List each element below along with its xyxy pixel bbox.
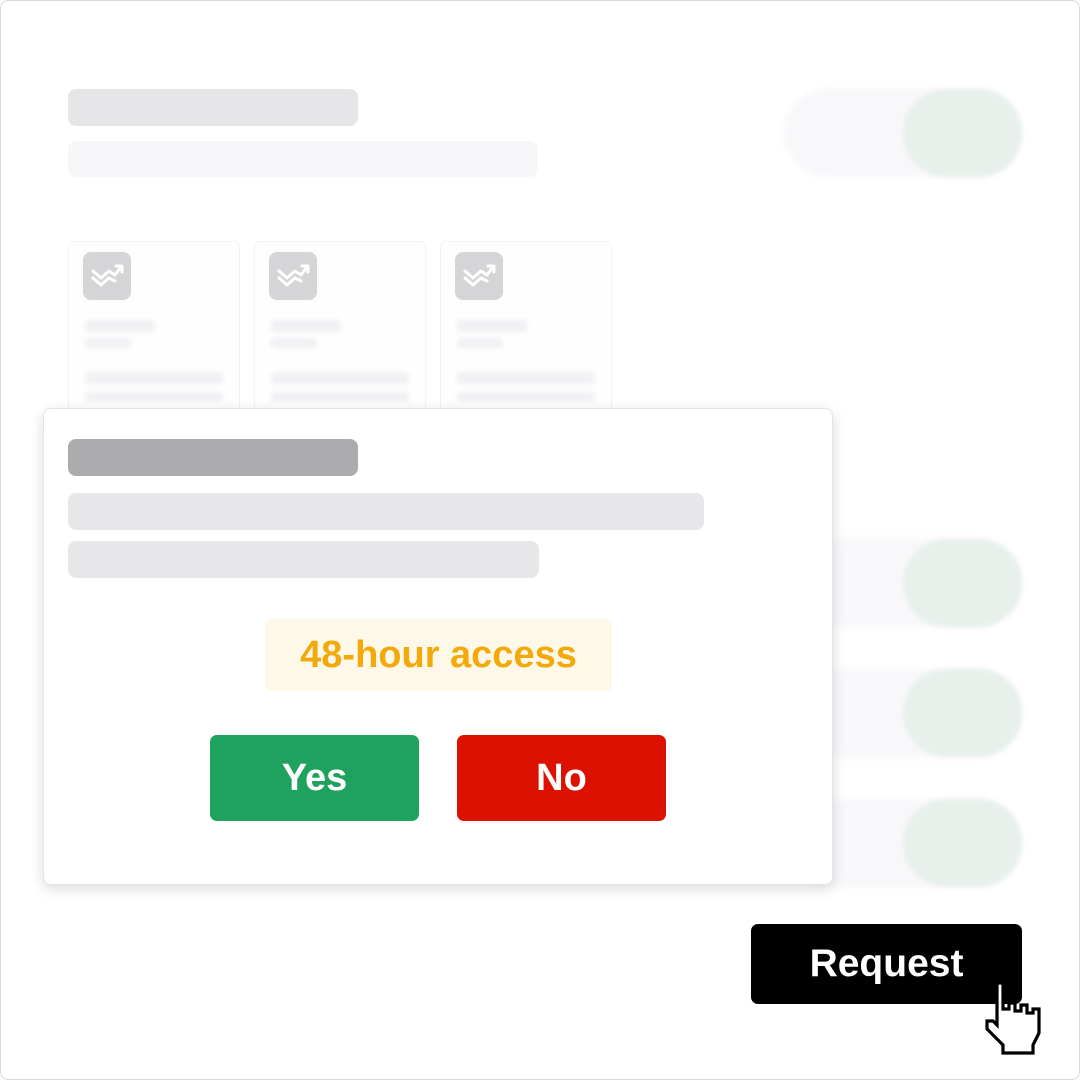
access-duration-badge: 48-hour access xyxy=(265,619,612,691)
trend-check-icon xyxy=(455,252,503,300)
card-line xyxy=(457,320,527,332)
card-line xyxy=(457,392,595,402)
card-line xyxy=(457,338,503,348)
card-line xyxy=(271,320,341,332)
header-title-placeholder xyxy=(68,89,358,126)
card-line xyxy=(85,338,131,348)
header-subtitle-placeholder xyxy=(68,141,538,177)
toggle-knob xyxy=(903,669,1022,757)
card-line xyxy=(271,372,409,384)
toggle-knob xyxy=(903,89,1022,177)
card-line xyxy=(271,338,317,348)
toggle-knob xyxy=(903,539,1022,627)
feature-card xyxy=(254,241,426,413)
card-line xyxy=(85,392,223,402)
card-line xyxy=(457,372,595,384)
hand-pointer-icon xyxy=(985,981,1041,1055)
trend-check-icon xyxy=(83,252,131,300)
toggle-knob xyxy=(903,799,1022,887)
yes-button[interactable]: Yes xyxy=(210,735,419,821)
card-line xyxy=(85,320,155,332)
no-button[interactable]: No xyxy=(457,735,666,821)
feature-card xyxy=(440,241,612,413)
card-line xyxy=(85,372,223,384)
dialog-title-placeholder xyxy=(68,439,358,476)
app-frame: 48-hour access Yes No Request xyxy=(0,0,1080,1080)
feature-card xyxy=(68,241,240,413)
card-line xyxy=(271,392,409,402)
dialog-text-placeholder xyxy=(68,541,539,578)
dialog-text-placeholder xyxy=(68,493,704,530)
confirm-dialog: 48-hour access Yes No xyxy=(43,408,833,885)
trend-check-icon xyxy=(269,252,317,300)
